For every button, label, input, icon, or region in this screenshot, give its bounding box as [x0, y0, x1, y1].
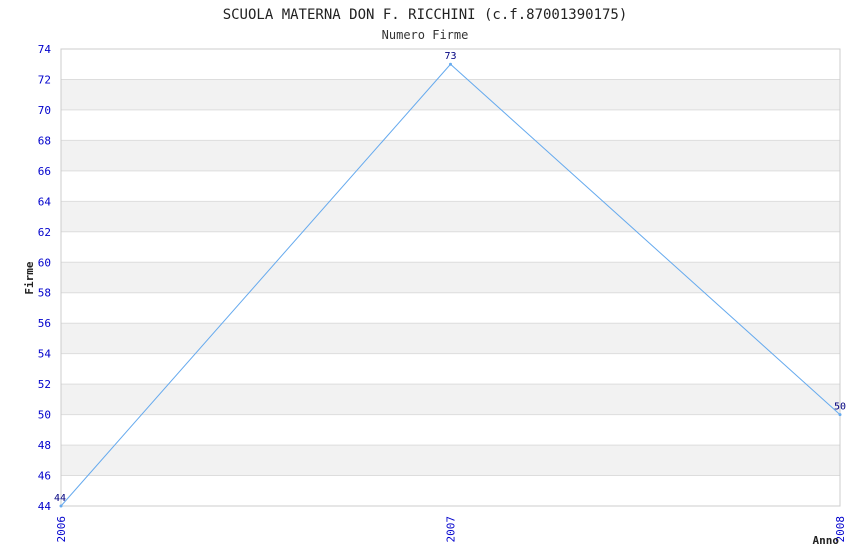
y-tick-label: 60: [38, 256, 51, 269]
grid-band: [61, 79, 840, 110]
chart-title: SCUOLA MATERNA DON F. RICCHINI (c.f.8700…: [223, 7, 628, 23]
y-tick-label: 48: [38, 439, 51, 452]
y-tick-label: 62: [38, 226, 51, 239]
y-tick-label: 68: [38, 134, 51, 147]
y-tick-label: 44: [38, 500, 52, 513]
data-label: 73: [444, 51, 456, 62]
line-chart-canvas: 44464850525456586062646668707274 2006 200…: [23, 7, 847, 547]
y-tick-labels: 44 46 48 50 52 54 56 58 60 62 64 66 68 70 72 74: [38, 43, 52, 513]
grid-band: [61, 323, 840, 354]
data-label: 44: [54, 493, 66, 504]
y-tick-label: 66: [38, 165, 51, 178]
grid-band: [61, 262, 840, 293]
grid-band: [61, 384, 840, 415]
y-tick-label: 54: [38, 348, 52, 361]
y-tick-label: 46: [38, 470, 51, 483]
y-axis-label: Firme: [23, 261, 36, 294]
chart: 44 46 48 50 52 54 56 58 60 62 64 66 68 70 72 74 2006 200…: [0, 0, 850, 550]
chart-subtitle: Numero Firme: [382, 28, 469, 42]
grid-band: [61, 140, 840, 171]
y-tick-label: 70: [38, 104, 51, 117]
x-tick-label: 2006: [55, 516, 68, 543]
plot-bands: [61, 79, 840, 476]
grid-band: [61, 201, 840, 232]
y-tick-label: 72: [38, 73, 51, 86]
y-tick-label: 58: [38, 287, 51, 300]
data-point: [449, 62, 452, 66]
y-tick-label: 52: [38, 378, 51, 391]
x-tick-labels: 2006 2007 2008: [55, 516, 847, 543]
x-tick-label: 2007: [445, 516, 458, 543]
x-axis-label: Anno: [813, 534, 840, 547]
y-tick-label: 64: [38, 195, 52, 208]
data-point: [838, 413, 842, 417]
y-tick-label: 56: [38, 317, 51, 330]
data-label: 50: [834, 402, 846, 413]
y-tick-label: 50: [38, 409, 51, 422]
data-point: [59, 504, 63, 508]
y-tick-label: 74: [38, 43, 52, 56]
grid-band: [61, 445, 840, 476]
